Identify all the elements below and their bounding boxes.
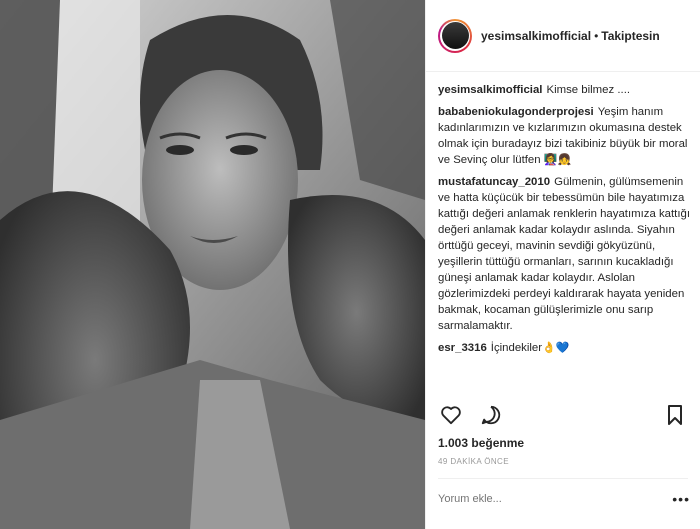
comment-icon[interactable] — [478, 402, 504, 428]
comment-list: yesimsalkimofficial Kimse bilmez .... bab… — [438, 82, 690, 362]
avatar[interactable] — [438, 18, 472, 53]
comment-username[interactable]: mustafatuncay_2010 — [438, 176, 550, 188]
list-item: mustafatuncay_2010 Gülmenin, gülümsemenin… — [438, 174, 690, 334]
comment-username[interactable]: esr_3316 — [438, 342, 487, 354]
comment-username[interactable]: yesimsalkimofficial — [438, 84, 542, 96]
post-header: yesimsalkimofficial • Takiptesin — [426, 0, 700, 72]
comment-text: Kimse bilmez .... — [546, 84, 631, 96]
comment-emoji: 👩‍🏫👧 — [543, 154, 572, 166]
likes-count[interactable]: 1.003 beğenme — [438, 436, 524, 450]
comment-input[interactable] — [438, 493, 658, 505]
post-photo[interactable] — [0, 0, 425, 529]
instagram-post: yesimsalkimofficial • Takiptesin yesimsalk… — [0, 0, 700, 529]
avatar-image — [441, 22, 469, 49]
comment-text: Gülmenin, gülümsemenin ve hatta küçücük … — [438, 176, 690, 332]
divider — [438, 478, 688, 479]
post-timestamp: 49 DAKİKA ÖNCE — [438, 457, 509, 466]
list-item: yesimsalkimofficial Kimse bilmez .... — [438, 82, 690, 98]
follow-button[interactable]: Takiptesin — [601, 29, 659, 43]
comment-text: İçindekiler — [490, 342, 543, 354]
post-photo-image — [0, 0, 425, 529]
post-actions — [438, 402, 518, 428]
header-separator: • — [594, 28, 599, 43]
comment-username[interactable]: bababeniokulagonderprojesi — [438, 106, 594, 118]
more-options-icon[interactable]: ••• — [672, 491, 690, 507]
list-item: bababeniokulagonderprojesi Yeşim hanım ka… — [438, 104, 690, 168]
bookmark-icon[interactable] — [662, 402, 688, 428]
heart-icon[interactable] — [438, 402, 464, 428]
post-sidebar: yesimsalkimofficial • Takiptesin yesimsalk… — [425, 0, 700, 529]
list-item: esr_3316 İçindekiler👌💙 — [438, 340, 690, 356]
header-username[interactable]: yesimsalkimofficial — [481, 29, 591, 43]
comment-emoji: 👌💙 — [542, 342, 570, 354]
